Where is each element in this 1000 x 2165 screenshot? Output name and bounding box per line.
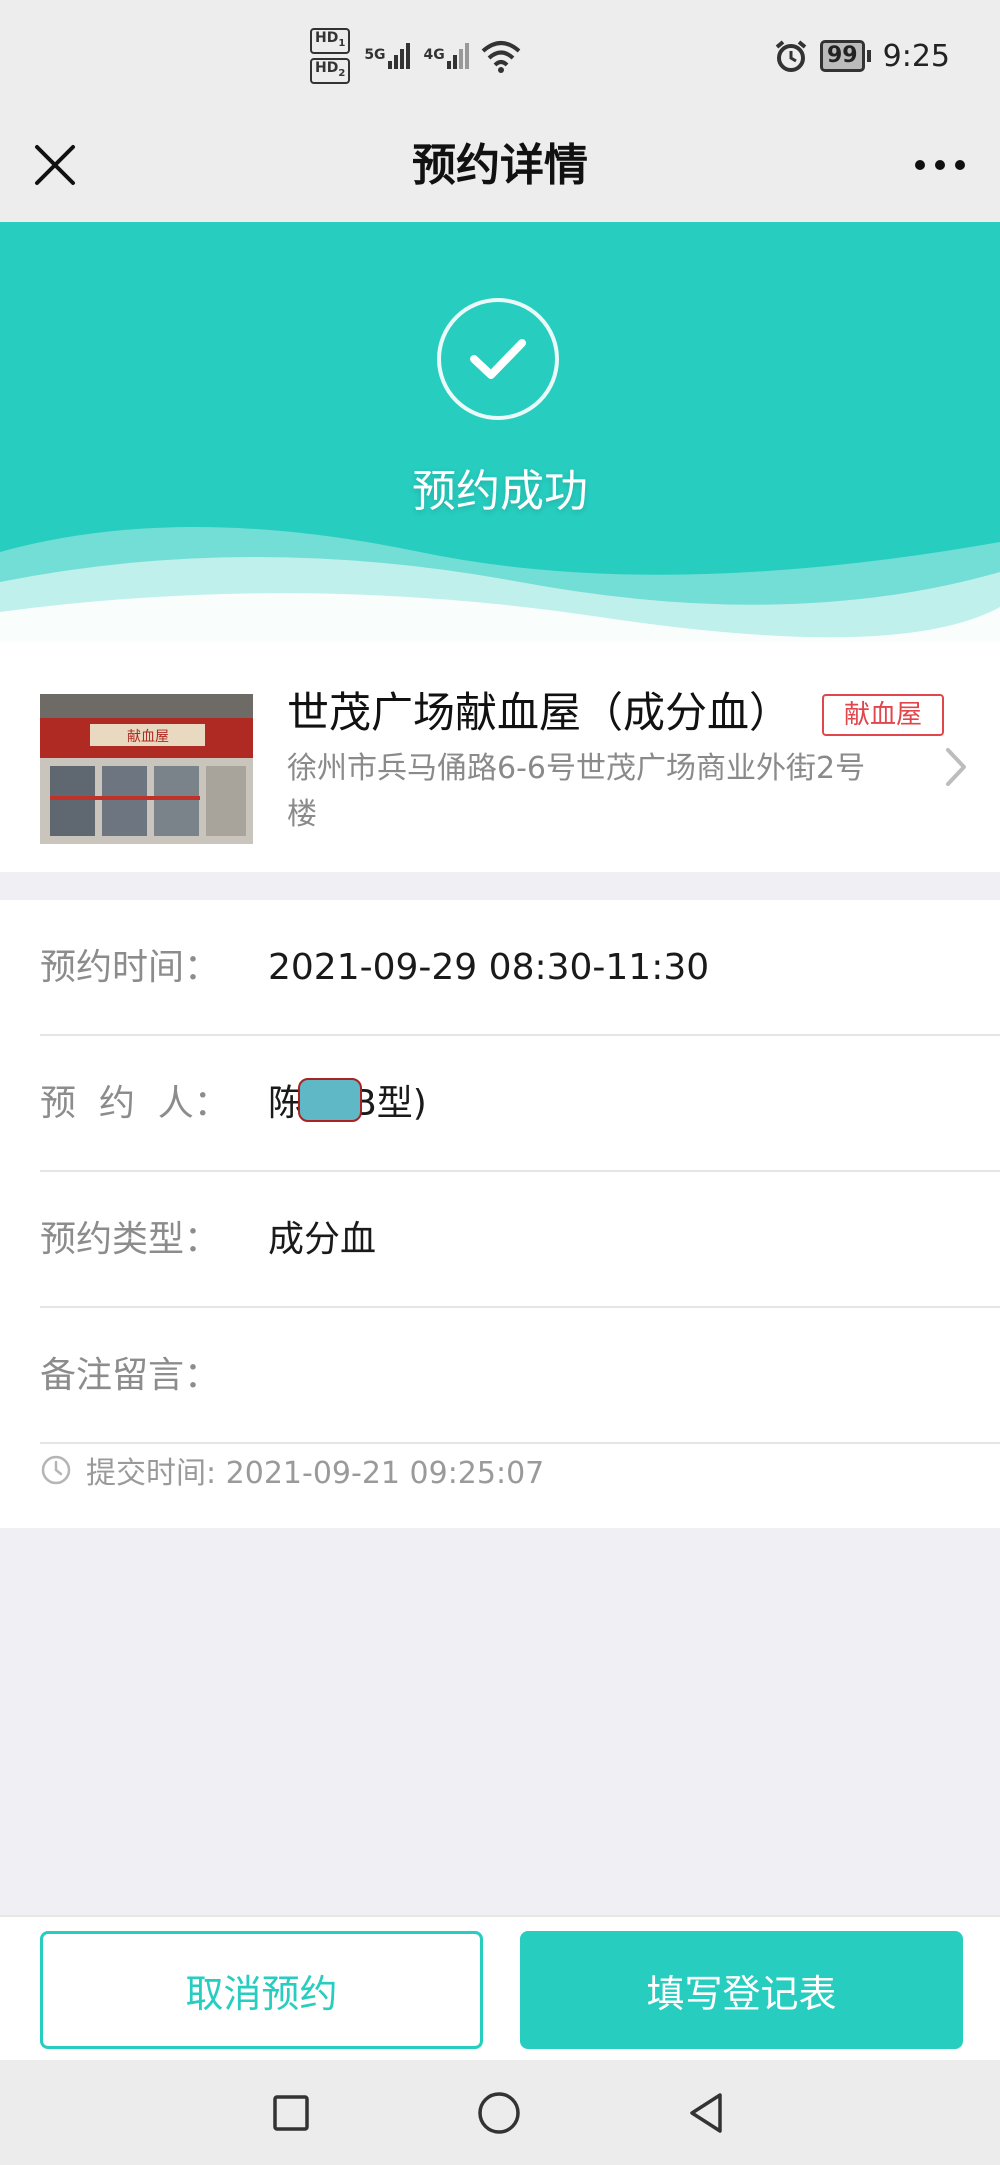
detail-label: 备注留言： [40, 1355, 221, 1396]
close-button[interactable] [22, 132, 88, 198]
page-title: 预约详情 [412, 140, 588, 191]
more-icon [915, 160, 925, 170]
detail-row-type: 预约类型： 成分血 [40, 1172, 1000, 1308]
network-indicators: HD1 HD2 5G 4G [310, 28, 521, 84]
detail-value: 2021-09-29 08:30-11:30 [268, 947, 710, 988]
fill-registration-button[interactable]: 填写登记表 [520, 1931, 963, 2049]
chevron-right-icon [946, 748, 966, 786]
hd-badge-2: HD2 [310, 58, 351, 84]
venue-name: 世茂广场献血屋（成分血） [287, 688, 792, 737]
success-check-icon [437, 298, 559, 420]
redaction-mask [298, 1078, 363, 1122]
close-icon [35, 145, 75, 185]
action-bar: 取消预约 填写登记表 [0, 1915, 1000, 2060]
detail-row-note: 备注留言： [40, 1308, 1000, 1444]
nav-bar: 预约详情 [0, 110, 1000, 222]
venue-address: 徐州市兵马俑路6-6号世茂广场商业外街2号楼 [287, 751, 866, 832]
submit-time-text: 提交时间: 2021-09-21 09:25:07 [86, 1456, 545, 1491]
back-button[interactable] [684, 2090, 730, 2136]
appointment-details: 预约时间： 2021-09-29 08:30-11:30 预 约 人： 陈 B型)… [0, 900, 1000, 1528]
system-nav-bar [0, 2060, 1000, 2165]
detail-label: 预约类型： [40, 1219, 221, 1260]
signal-icon-1: 5G [364, 43, 410, 69]
recents-button[interactable] [268, 2090, 314, 2136]
wave-decoration [0, 527, 1000, 662]
submit-time: 提交时间: 2021-09-21 09:25:07 [40, 1448, 544, 1492]
home-button[interactable] [476, 2090, 522, 2136]
hd-badge-1: HD1 [310, 28, 351, 54]
battery-icon: 99 [820, 40, 871, 72]
detail-value: 陈 B型) [268, 1074, 427, 1134]
venue-card[interactable]: 献血屋 世茂广场献血屋（成分血） 献血屋 徐州市兵马俑路6-6号世茂广场商业外街… [0, 662, 1000, 872]
venue-photo: 献血屋 [40, 694, 253, 844]
more-button[interactable] [900, 132, 980, 198]
status-bar: HD1 HD2 5G 4G 99 9:25 [0, 0, 1000, 110]
clock-icon [41, 1455, 71, 1485]
success-banner: 预约成功 [0, 222, 1000, 662]
detail-row-time: 预约时间： 2021-09-29 08:30-11:30 [40, 900, 1000, 1036]
svg-text:献血屋: 献血屋 [127, 729, 169, 745]
venue-type-tag: 献血屋 [822, 694, 944, 736]
detail-row-person: 预 约 人： 陈 B型) [40, 1036, 1000, 1172]
wifi-icon [481, 41, 521, 73]
detail-label: 预 约 人： [40, 1083, 230, 1124]
clock: 9:25 [882, 38, 950, 74]
alarm-icon [775, 40, 807, 72]
detail-value: 成分血 [268, 1219, 377, 1260]
detail-label: 预约时间： [40, 947, 221, 988]
signal-icon-2: 4G [424, 43, 469, 69]
cancel-appointment-button[interactable]: 取消预约 [40, 1931, 483, 2049]
